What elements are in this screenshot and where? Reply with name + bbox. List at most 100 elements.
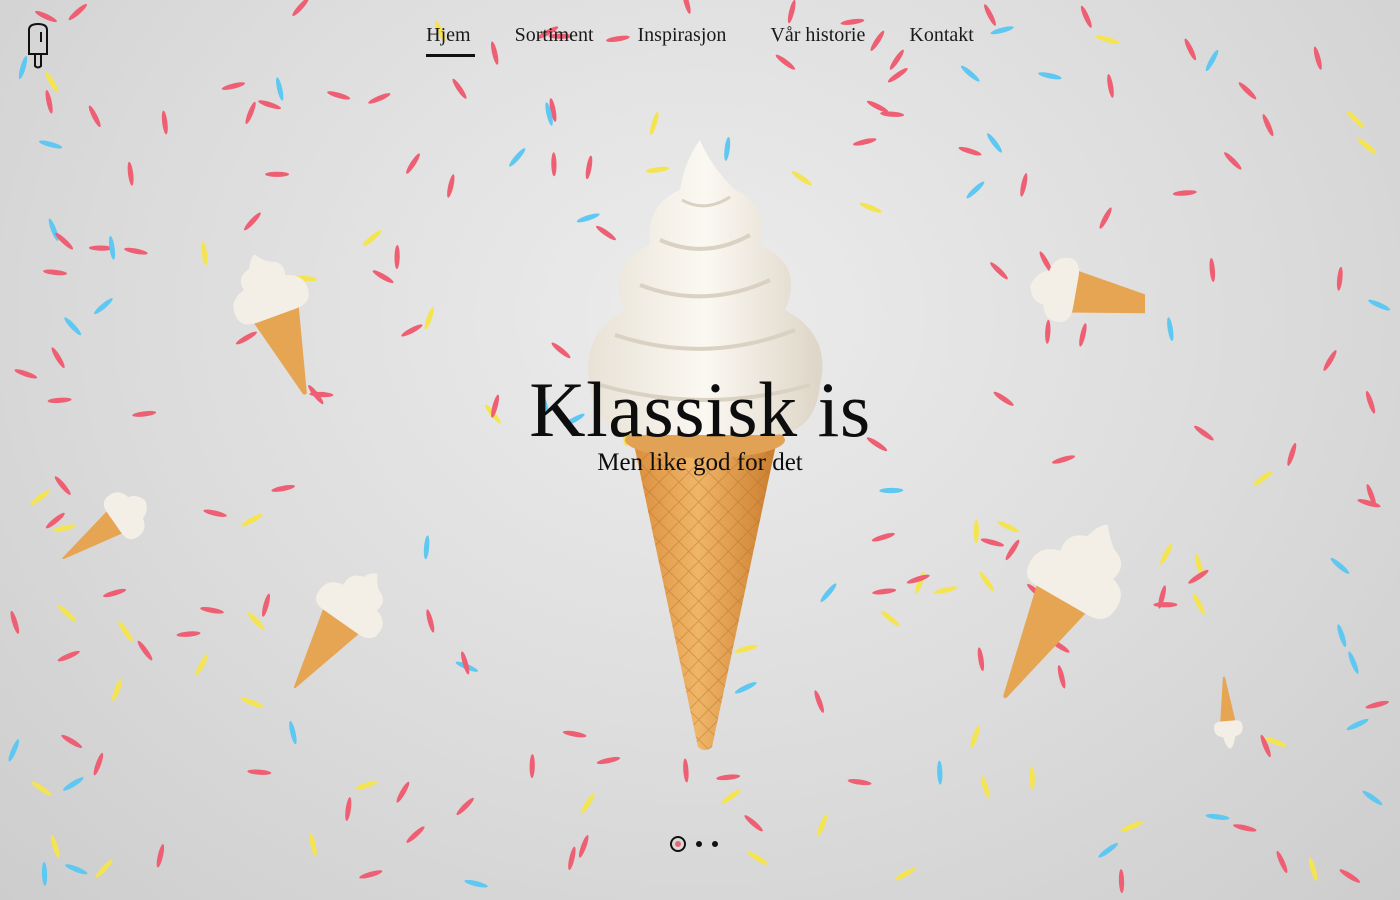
slider-pagination	[670, 836, 718, 852]
sprinkle	[245, 101, 256, 125]
sprinkle	[1362, 790, 1383, 806]
sprinkle	[1079, 323, 1087, 347]
sprinkle	[1029, 766, 1035, 791]
sprinkle	[986, 133, 1003, 153]
sprinkle	[55, 232, 74, 250]
sprinkle	[327, 91, 351, 100]
sprinkle	[464, 879, 488, 888]
sprinkle	[452, 78, 467, 99]
small-cone-5	[1003, 524, 1122, 699]
sprinkle	[1099, 207, 1112, 229]
sprinkle	[1365, 700, 1389, 709]
sprinkle	[551, 152, 557, 177]
sprinkle	[221, 82, 246, 90]
sprinkle	[568, 846, 576, 871]
sprinkle	[359, 870, 383, 879]
sprinkle	[1339, 869, 1361, 883]
sprinkle	[915, 571, 925, 595]
sprinkle	[275, 77, 284, 101]
sprinkle	[879, 487, 904, 494]
sprinkle	[65, 864, 88, 875]
sprinkle	[265, 171, 290, 177]
sprinkle	[1209, 258, 1216, 282]
sprinkle	[38, 140, 63, 149]
sprinkle	[1346, 718, 1369, 731]
main-navigation: Hjem Sortiment Inspirasjon Vår historie …	[0, 24, 1400, 57]
sprinkle	[195, 654, 209, 676]
small-cone-2	[62, 492, 147, 560]
sprinkle	[43, 269, 68, 276]
sprinkle	[424, 307, 434, 330]
sprinkle	[960, 65, 980, 82]
slider-dot-2[interactable]	[696, 841, 702, 847]
sprinkle	[394, 245, 400, 269]
sprinkle	[423, 535, 430, 560]
sprinkle	[880, 610, 900, 627]
sprinkle	[980, 775, 990, 799]
sprinkle	[1336, 266, 1343, 291]
sprinkle	[41, 861, 48, 886]
nav-link-inspirasjon[interactable]: Inspirasjon	[638, 24, 727, 57]
sprinkle	[30, 490, 50, 506]
hero-stage: Hjem Sortiment Inspirasjon Vår historie …	[0, 0, 1400, 900]
sprinkle	[966, 181, 985, 199]
sprinkle	[871, 532, 895, 542]
sprinkle	[124, 247, 148, 255]
slider-dot-3[interactable]	[712, 841, 718, 847]
sprinkle	[1357, 138, 1377, 155]
sprinkle	[1262, 114, 1274, 137]
sprinkle	[649, 111, 659, 135]
sprinkle	[200, 606, 224, 614]
sprinkle	[103, 588, 127, 598]
sprinkle	[937, 760, 943, 785]
sprinkle	[1337, 624, 1347, 648]
sprinkle	[958, 146, 982, 156]
hero-text: Klassisk is Men like god for det	[0, 365, 1400, 477]
sprinkle	[406, 826, 425, 843]
sprinkle	[970, 725, 980, 749]
sprinkle	[529, 754, 535, 779]
sprinkle	[8, 739, 20, 762]
sprinkle	[682, 0, 691, 14]
hero-title: Klassisk is	[529, 366, 871, 453]
small-cone-4	[1030, 257, 1145, 323]
sprinkle	[744, 815, 763, 832]
sprinkle	[933, 586, 958, 594]
nav-link-hjem[interactable]: Hjem	[426, 24, 476, 57]
sprinkle	[1160, 543, 1173, 565]
sprinkle	[1167, 317, 1174, 341]
sprinkle	[372, 270, 394, 284]
nav-link-var-historie[interactable]: Vår historie	[770, 24, 865, 57]
sprinkle	[309, 832, 317, 857]
sprinkle	[683, 758, 689, 783]
sprinkle	[1346, 110, 1365, 128]
nav-link-kontakt[interactable]: Kontakt	[909, 24, 973, 57]
sprinkle	[859, 202, 882, 213]
sprinkle	[401, 324, 423, 337]
sprinkle	[1308, 857, 1318, 881]
sprinkle	[509, 148, 526, 167]
sprinkle	[45, 90, 53, 114]
sprinkle	[1153, 602, 1178, 608]
sprinkle	[137, 640, 153, 661]
sprinkle	[112, 678, 122, 702]
sprinkle	[10, 610, 20, 634]
sprinkle	[816, 814, 828, 837]
sprinkle	[1107, 74, 1114, 98]
sprinkle	[203, 509, 227, 517]
sprinkle	[240, 697, 264, 708]
sprinkle	[447, 174, 455, 198]
nav-link-sortiment[interactable]: Sortiment	[515, 24, 594, 57]
sprinkle	[1038, 72, 1062, 80]
slider-dot-1[interactable]	[670, 836, 686, 852]
sprinkle	[368, 93, 391, 104]
sprinkle	[1357, 499, 1381, 508]
sprinkle	[93, 752, 104, 776]
sprinkle	[45, 72, 59, 93]
sprinkle	[247, 769, 272, 775]
sprinkle	[50, 834, 60, 859]
sprinkle	[1172, 190, 1197, 196]
sprinkle	[31, 781, 52, 796]
sprinkle	[1330, 557, 1350, 574]
sprinkle	[292, 0, 309, 17]
